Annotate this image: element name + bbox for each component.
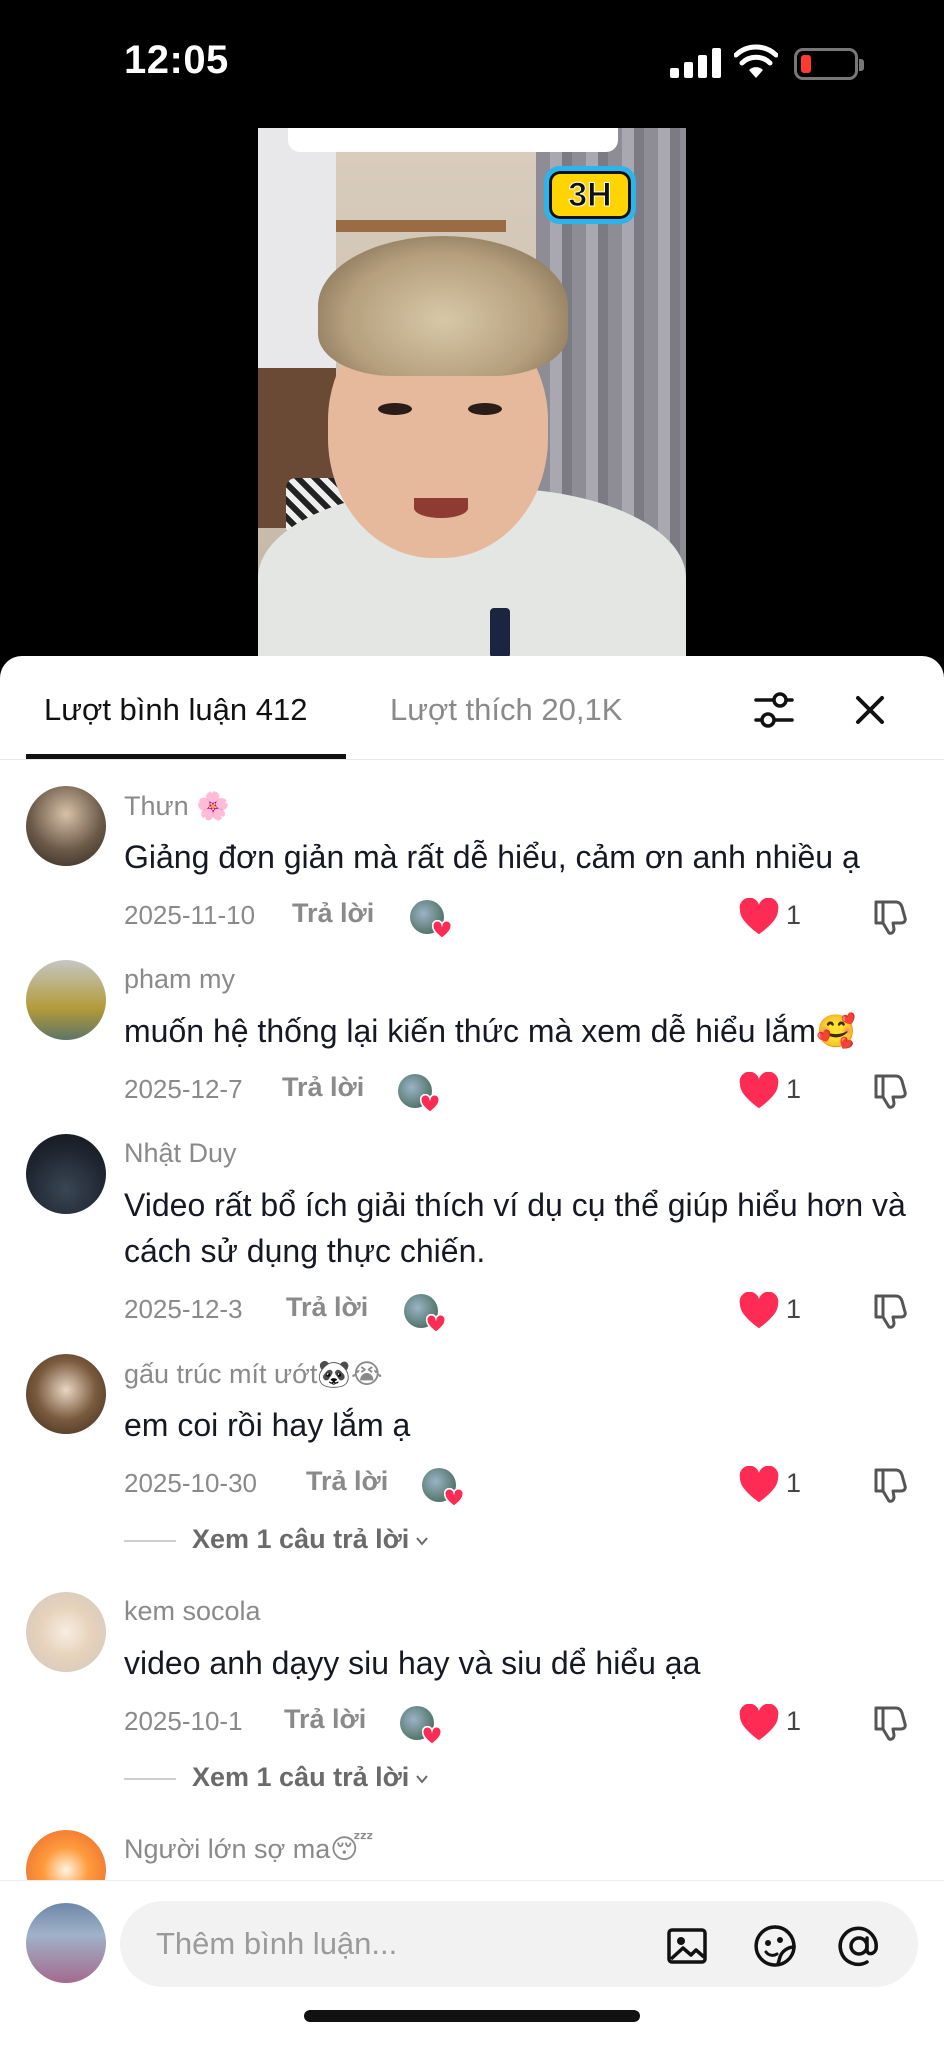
comment-username[interactable]: Thưn 🌸 — [124, 790, 230, 822]
filter-sliders-icon[interactable] — [750, 686, 798, 734]
creator-liked-avatar — [422, 1468, 464, 1508]
heart-icon[interactable] — [738, 898, 780, 936]
view-replies-label: Xem 1 câu trả lời — [192, 1762, 410, 1792]
comment-username[interactable]: pham my — [124, 964, 235, 995]
battery-icon — [794, 48, 864, 80]
home-indicator — [304, 2010, 640, 2022]
comment-text: em coi rồi hay lắm ạ — [124, 1407, 411, 1443]
tab-comments[interactable]: Lượt bình luận 412 — [44, 692, 307, 728]
comment-text: video anh dạyy siu hay và siu dể hiểu ạa — [124, 1645, 701, 1681]
comment-input[interactable] — [156, 1919, 616, 1969]
comment-date: 2025-12-7 — [124, 1074, 243, 1104]
image-icon[interactable] — [664, 1923, 710, 1969]
active-tab-indicator — [26, 754, 346, 759]
like-count: 1 — [786, 1706, 802, 1736]
thumb-down-icon[interactable] — [870, 1702, 910, 1742]
comment-date: 2025-10-1 — [124, 1706, 243, 1736]
divider-line — [124, 1777, 176, 1780]
cellular-signal-icon — [670, 48, 722, 78]
thumb-down-icon[interactable] — [870, 1464, 910, 1504]
chevron-down-icon — [416, 1775, 429, 1784]
comments-sheet: Lượt bình luận 412 Lượt thích 20,1K Thưn… — [0, 656, 944, 2046]
like-count: 1 — [786, 1468, 802, 1498]
avatar[interactable] — [26, 960, 106, 1040]
heart-icon[interactable] — [738, 1704, 780, 1742]
comment-text: Video rất bổ ích giải thích ví dụ cụ thể… — [124, 1187, 906, 1269]
view-replies-label: Xem 1 câu trả lời — [192, 1524, 410, 1554]
creator-liked-avatar — [404, 1294, 446, 1334]
like-count: 1 — [786, 1294, 802, 1324]
comment-date: 2025-11-10 — [124, 900, 256, 930]
reply-button[interactable]: Trả lời — [282, 1072, 364, 1103]
creator-liked-avatar — [400, 1706, 442, 1746]
comment-username[interactable]: Người lớn sợ ma😴 — [124, 1834, 374, 1865]
video-badge: 3H — [544, 166, 636, 224]
sticker-icon[interactable] — [752, 1923, 798, 1969]
my-avatar[interactable] — [26, 1903, 106, 1983]
heart-icon[interactable] — [738, 1292, 780, 1330]
thumb-down-icon[interactable] — [870, 1070, 910, 1110]
avatar[interactable] — [26, 1134, 106, 1214]
video-preview[interactable]: 3H — [258, 128, 686, 658]
wifi-icon — [734, 44, 778, 78]
reply-button[interactable]: Trả lời — [306, 1466, 388, 1497]
comment-username[interactable]: Nhật Duy — [124, 1138, 237, 1169]
reply-button[interactable]: Trả lời — [284, 1704, 366, 1735]
avatar[interactable] — [26, 1592, 106, 1672]
thumb-down-icon[interactable] — [870, 1290, 910, 1330]
avatar[interactable] — [26, 786, 106, 866]
view-replies-button[interactable]: Xem 1 câu trả lời — [124, 1524, 429, 1555]
view-replies-button[interactable]: Xem 1 câu trả lời — [124, 1762, 429, 1793]
comment-date: 2025-10-30 — [124, 1468, 257, 1498]
comment-input-container — [120, 1901, 918, 1987]
reply-button[interactable]: Trả lời — [286, 1292, 368, 1323]
tab-likes[interactable]: Lượt thích 20,1K — [390, 692, 622, 728]
like-count: 1 — [786, 1074, 802, 1104]
heart-icon[interactable] — [738, 1466, 780, 1504]
avatar[interactable] — [26, 1354, 106, 1434]
comment-text: Giảng đơn giản mà rất dễ hiểu, cảm ơn an… — [124, 839, 860, 875]
divider-line — [124, 1539, 176, 1542]
at-icon[interactable] — [836, 1923, 882, 1969]
creator-liked-avatar — [398, 1074, 440, 1114]
creator-liked-avatar — [410, 900, 452, 940]
heart-icon[interactable] — [738, 1072, 780, 1110]
comment-username[interactable]: kem socola — [124, 1596, 261, 1627]
status-time: 12:05 — [124, 38, 229, 82]
chevron-down-icon — [416, 1537, 429, 1546]
comment-date: 2025-12-3 — [124, 1294, 243, 1324]
comment-text: muốn hệ thống lại kiến thức mà xem dễ hi… — [124, 1013, 856, 1049]
sheet-tabs: Lượt bình luận 412 Lượt thích 20,1K — [0, 656, 944, 760]
reply-button[interactable]: Trả lời — [292, 898, 374, 929]
like-count: 1 — [786, 900, 802, 930]
status-bar: 12:05 — [0, 0, 944, 130]
thumb-down-icon[interactable] — [870, 896, 910, 936]
close-icon[interactable] — [846, 686, 894, 734]
comment-username[interactable]: gấu trúc mít ướt🐼😭 — [124, 1358, 383, 1390]
